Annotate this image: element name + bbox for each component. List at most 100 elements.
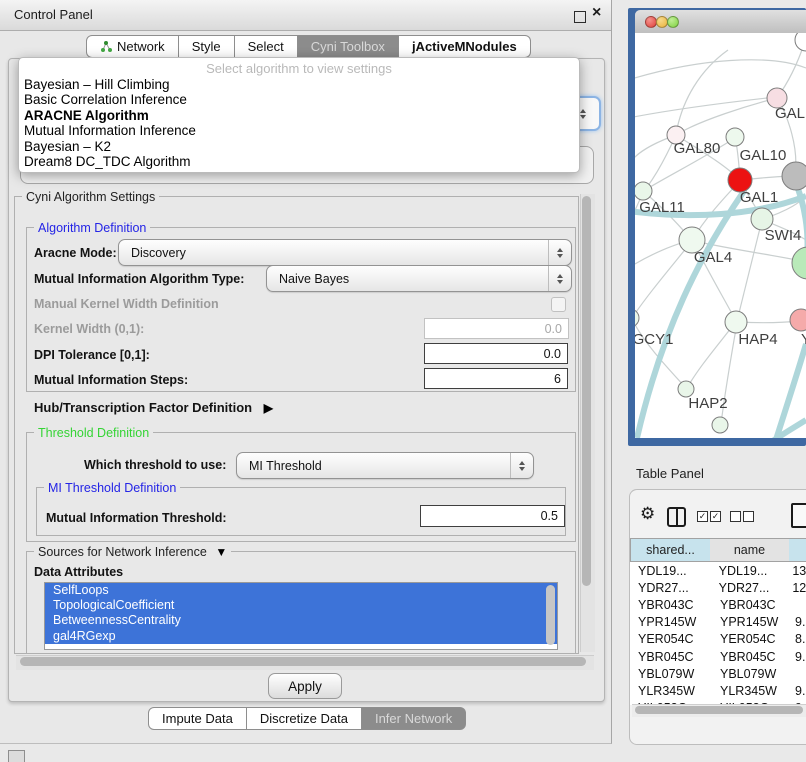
table-cell: 9. xyxy=(789,684,805,698)
which-threshold-combo[interactable]: MI Threshold xyxy=(236,452,534,479)
checked-checkbox-icon[interactable]: ✓ xyxy=(710,511,721,522)
close-icon[interactable]: × xyxy=(592,4,601,22)
mi-steps-field[interactable]: 6 xyxy=(424,368,568,389)
export-table-icon[interactable] xyxy=(791,503,806,528)
mi-threshold-field[interactable]: 0.5 xyxy=(420,505,565,527)
network-node-label: GAL1 xyxy=(740,189,778,206)
data-attributes-list[interactable]: SelfLoops TopologicalCoefficient Between… xyxy=(44,582,558,650)
table-cell: YBR045C xyxy=(630,650,710,664)
network-node-label: HAP2 xyxy=(688,395,727,412)
table-cell: YPR145W xyxy=(630,615,710,629)
network-node[interactable] xyxy=(795,33,806,51)
network-canvas[interactable]: GALGAL80GAL10GAL1GAL11SWI4GAL4GCY1HAP4YH… xyxy=(635,33,806,438)
kernel-width-field[interactable]: 0.0 xyxy=(424,318,569,339)
hub-definition-toggle[interactable]: Hub/Transcription Factor Definition ▶ xyxy=(34,400,273,415)
network-node[interactable] xyxy=(790,309,806,331)
dpi-tolerance-field[interactable]: 0.0 xyxy=(424,343,568,364)
sources-title[interactable]: Sources for Network Inference ▼ xyxy=(34,545,231,559)
tab-label: Network xyxy=(117,39,165,54)
apply-button[interactable]: Apply xyxy=(268,673,342,699)
table-cell: YLR345W xyxy=(710,684,789,698)
gear-icon[interactable]: ⚙ xyxy=(640,504,655,524)
algorithm-option[interactable]: Basic Correlation Inference xyxy=(19,92,579,107)
tab-style[interactable]: Style xyxy=(179,35,235,58)
top-tab-bar: Network Style Select Cyni Toolbox jActiv… xyxy=(86,35,531,58)
list-item[interactable]: BetweennessCentrality xyxy=(45,613,557,628)
tab-jactivemnodules[interactable]: jActiveMNodules xyxy=(399,35,531,58)
column-header-partial[interactable] xyxy=(789,538,806,562)
tab-cyni-toolbox[interactable]: Cyni Toolbox xyxy=(298,35,399,58)
algorithm-option[interactable]: Bayesian – K2 xyxy=(19,139,579,154)
tab-label: Impute Data xyxy=(162,711,233,726)
expanded-arrow-icon: ▼ xyxy=(215,545,227,559)
dropdown-placeholder: Select algorithm to view settings xyxy=(19,58,579,77)
network-node[interactable] xyxy=(712,417,728,433)
algorithm-option[interactable]: Bayesian – Hill Climbing xyxy=(19,77,579,92)
unchecked-checkbox-icon[interactable] xyxy=(743,511,754,522)
network-node-label: SWI4 xyxy=(765,227,802,244)
network-node[interactable] xyxy=(782,162,806,190)
tab-infer-network[interactable]: Infer Network xyxy=(362,707,466,730)
tab-select[interactable]: Select xyxy=(235,35,298,58)
table-body[interactable]: YDL19...YDL19...13YDR27...YDR27...12YBR0… xyxy=(630,562,806,705)
table-row[interactable]: YDL19...YDL19...13 xyxy=(630,562,806,579)
table-cell: 8. xyxy=(789,632,805,646)
checked-checkbox-icon[interactable]: ✓ xyxy=(697,511,708,522)
settings-hscroll-thumb[interactable] xyxy=(20,657,586,666)
network-node[interactable] xyxy=(726,128,744,146)
network-edge xyxy=(635,241,692,318)
table-row[interactable]: YER054CYER054C8. xyxy=(630,631,806,648)
column-divider xyxy=(676,509,678,525)
algorithm-option[interactable]: Mutual Information Inference xyxy=(19,123,579,138)
combo-value: Discovery xyxy=(119,246,548,260)
table-hscroll-thumb[interactable] xyxy=(635,706,803,714)
network-node[interactable] xyxy=(635,309,639,327)
unchecked-checkbox-icon[interactable] xyxy=(730,511,741,522)
dpi-tolerance-label: DPI Tolerance [0,1]: xyxy=(34,348,150,362)
table-row[interactable]: YDR27...YDR27...12 xyxy=(630,579,806,596)
combo-value: MI Threshold xyxy=(237,459,510,473)
spinner-down-icon xyxy=(580,115,586,119)
network-node-label: GAL4 xyxy=(694,249,732,266)
settings-vscroll-thumb[interactable] xyxy=(582,196,591,586)
mi-type-label: Mutual Information Algorithm Type: xyxy=(34,272,244,286)
column-view-icon[interactable] xyxy=(667,507,686,527)
collapsed-arrow-icon: ▶ xyxy=(264,401,273,415)
network-edge xyxy=(676,98,777,135)
zoom-traffic-light[interactable] xyxy=(667,16,679,28)
tab-discretize-data[interactable]: Discretize Data xyxy=(247,707,362,730)
list-item[interactable]: gal4RGexp xyxy=(45,629,557,644)
table-cell: YDL19... xyxy=(630,564,709,578)
table-panel-title: Table Panel xyxy=(636,466,704,481)
network-node[interactable] xyxy=(635,182,652,200)
table-cell: 9. xyxy=(789,650,805,664)
column-header-name[interactable]: name xyxy=(710,538,790,562)
mi-type-combo[interactable]: Naive Bayes xyxy=(266,265,572,292)
column-header-shared-name[interactable]: shared... xyxy=(630,538,711,562)
table-cell: YBR043C xyxy=(710,598,789,612)
table-cell: YBR045C xyxy=(710,650,789,664)
table-cell: 12 xyxy=(786,581,806,595)
table-row[interactable]: YBR045CYBR045C9. xyxy=(630,648,806,665)
float-window-icon[interactable] xyxy=(574,11,586,23)
data-attributes-label: Data Attributes xyxy=(34,565,123,579)
minimized-panel-icon[interactable] xyxy=(8,750,25,762)
tab-impute-data[interactable]: Impute Data xyxy=(148,707,247,730)
manual-kernel-checkbox[interactable] xyxy=(551,297,566,312)
algorithm-option-selected[interactable]: ARACNE Algorithm xyxy=(19,108,579,123)
list-scrollbar[interactable] xyxy=(546,585,555,645)
table-row[interactable]: YPR145WYPR145W9. xyxy=(630,614,806,631)
table-row[interactable]: YLR345WYLR345W9. xyxy=(630,682,806,699)
table-row[interactable]: YBR043CYBR043C xyxy=(630,596,806,613)
list-item[interactable]: TopologicalCoefficient xyxy=(45,598,557,613)
list-item[interactable]: SelfLoops xyxy=(45,583,557,598)
kernel-width-label: Kernel Width (0,1): xyxy=(34,322,144,336)
algorithm-option[interactable]: Dream8 DC_TDC Algorithm xyxy=(19,154,579,169)
table-row[interactable]: YBL079WYBL079W xyxy=(630,665,806,682)
network-node[interactable] xyxy=(792,247,806,279)
aracne-mode-combo[interactable]: Discovery xyxy=(118,239,572,266)
aracne-mode-label: Aracne Mode: xyxy=(34,246,117,260)
table-cell: YLR345W xyxy=(630,684,710,698)
network-node[interactable] xyxy=(725,311,747,333)
tab-network[interactable]: Network xyxy=(86,35,179,58)
